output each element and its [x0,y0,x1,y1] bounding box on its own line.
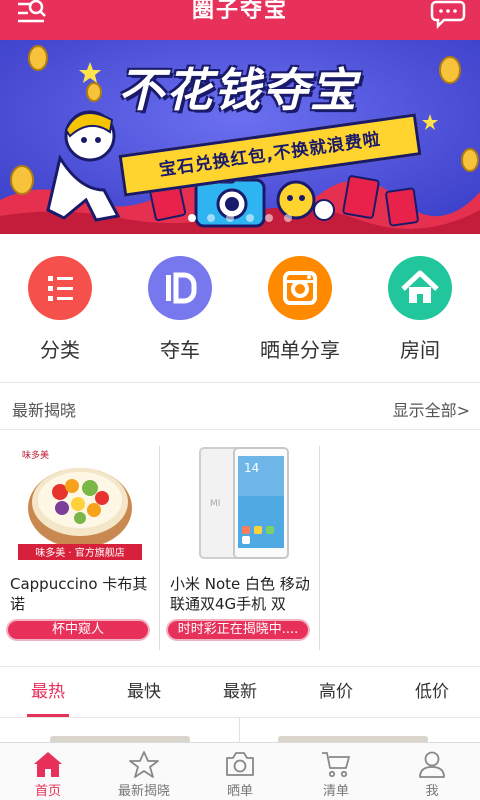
pagination-dot[interactable] [245,214,254,222]
nav-home[interactable]: 首页 [0,743,96,800]
cart-icon [322,752,350,778]
bottom-navigation: 首页 最新揭晓 晒单 清单 我 [0,742,480,800]
tab-high-price[interactable]: 高价 [288,667,384,719]
nav-cart[interactable]: 清单 [288,743,384,800]
cake-brand-mark: 味多美 [22,449,49,461]
banner-headline: 不花钱夺宝 [118,63,358,117]
shortcut-share[interactable]: 晒单分享 [240,256,360,363]
nav-label: 清单 [322,784,349,799]
pagination-dot[interactable] [264,214,273,222]
shortcut-label: 分类 [40,338,80,362]
tab-newest[interactable]: 最新 [192,667,288,719]
pagination-dot[interactable] [188,214,197,222]
app-screen: 圈子夺宝 不花钱夺宝 宝石兑换红包,不换就浪费啦 分类 夺车 晒单分享 房间 最… [0,0,480,800]
list-divider [239,718,240,742]
phone-image: 14 MI [170,446,310,562]
tab-low-price[interactable]: 低价 [384,667,480,719]
nav-label: 首页 [34,784,61,799]
pagination-dot[interactable] [207,214,216,222]
shortcut-label: 晒单分享 [260,338,340,362]
cake-image-caption: 味多美 · 官方旗舰店 [35,546,125,559]
nav-label: 晒单 [226,784,253,799]
list-icon [28,256,92,320]
phone-screen-time: 14 [244,461,259,475]
banner-pagination [0,207,480,226]
product-status-badge[interactable]: 杯中窥人 [6,619,150,641]
latest-products: 味多美 味多美 · 官方旗舰店 Cappuccino 卡布其诺 杯中窥人 14 … [0,430,480,666]
nav-label: 我 [425,784,439,799]
active-tab-indicator [27,714,69,717]
shortcut-room[interactable]: 房间 [360,256,480,363]
camera-icon [226,752,254,776]
shortcut-car[interactable]: 夺车 [120,256,240,363]
pagination-dot[interactable] [283,214,292,222]
id-icon [148,256,212,320]
home-icon [388,256,452,320]
nav-share[interactable]: 晒单 [192,743,288,800]
product-card[interactable]: 14 MI 小米 Note 白色 移动联通双4G手机 双卡... 时时彩正在揭晓… [160,446,316,648]
phone-brand-mark: MI [210,499,220,509]
product-list-preview [0,718,480,742]
message-button[interactable] [430,0,466,30]
product-name: Cappuccino 卡布其诺 [10,575,148,613]
chat-bubble-icon [430,0,466,30]
top-bar: 圈子夺宝 [0,0,480,40]
nav-latest[interactable]: 最新揭晓 [96,743,192,800]
card-divider [319,446,320,650]
star-icon [129,751,159,778]
product-card[interactable]: 味多美 味多美 · 官方旗舰店 Cappuccino 卡布其诺 杯中窥人 [0,446,156,648]
section-title: 最新揭晓 [12,401,77,420]
nav-label: 最新揭晓 [117,784,170,799]
tab-fastest[interactable]: 最快 [96,667,192,719]
cake-image: 味多美 味多美 · 官方旗舰店 [10,446,150,562]
shortcut-label: 房间 [400,338,440,362]
shortcut-category[interactable]: 分类 [0,256,120,363]
tab-hottest[interactable]: 最热 [0,667,96,719]
promo-banner[interactable]: 不花钱夺宝 宝石兑换红包,不换就浪费啦 [0,40,480,234]
app-title: 圈子夺宝 [191,0,288,23]
shortcut-label: 夺车 [160,338,200,362]
category-shortcuts: 分类 夺车 晒单分享 房间 [0,234,480,382]
nav-profile[interactable]: 我 [384,743,480,800]
latest-section-header: 最新揭晓 显示全部> [0,382,480,430]
camera-icon [268,256,332,320]
home-icon [34,752,62,777]
product-status-badge[interactable]: 时时彩正在揭晓中.... [166,619,310,641]
show-all-link[interactable]: 显示全部> [393,397,470,421]
pagination-dot[interactable] [226,214,235,222]
product-name: 小米 Note 白色 移动联通双4G手机 双卡... [170,575,310,616]
user-icon [419,751,445,778]
sort-tabs: 最热 最快 最新 高价 低价 [0,666,480,718]
